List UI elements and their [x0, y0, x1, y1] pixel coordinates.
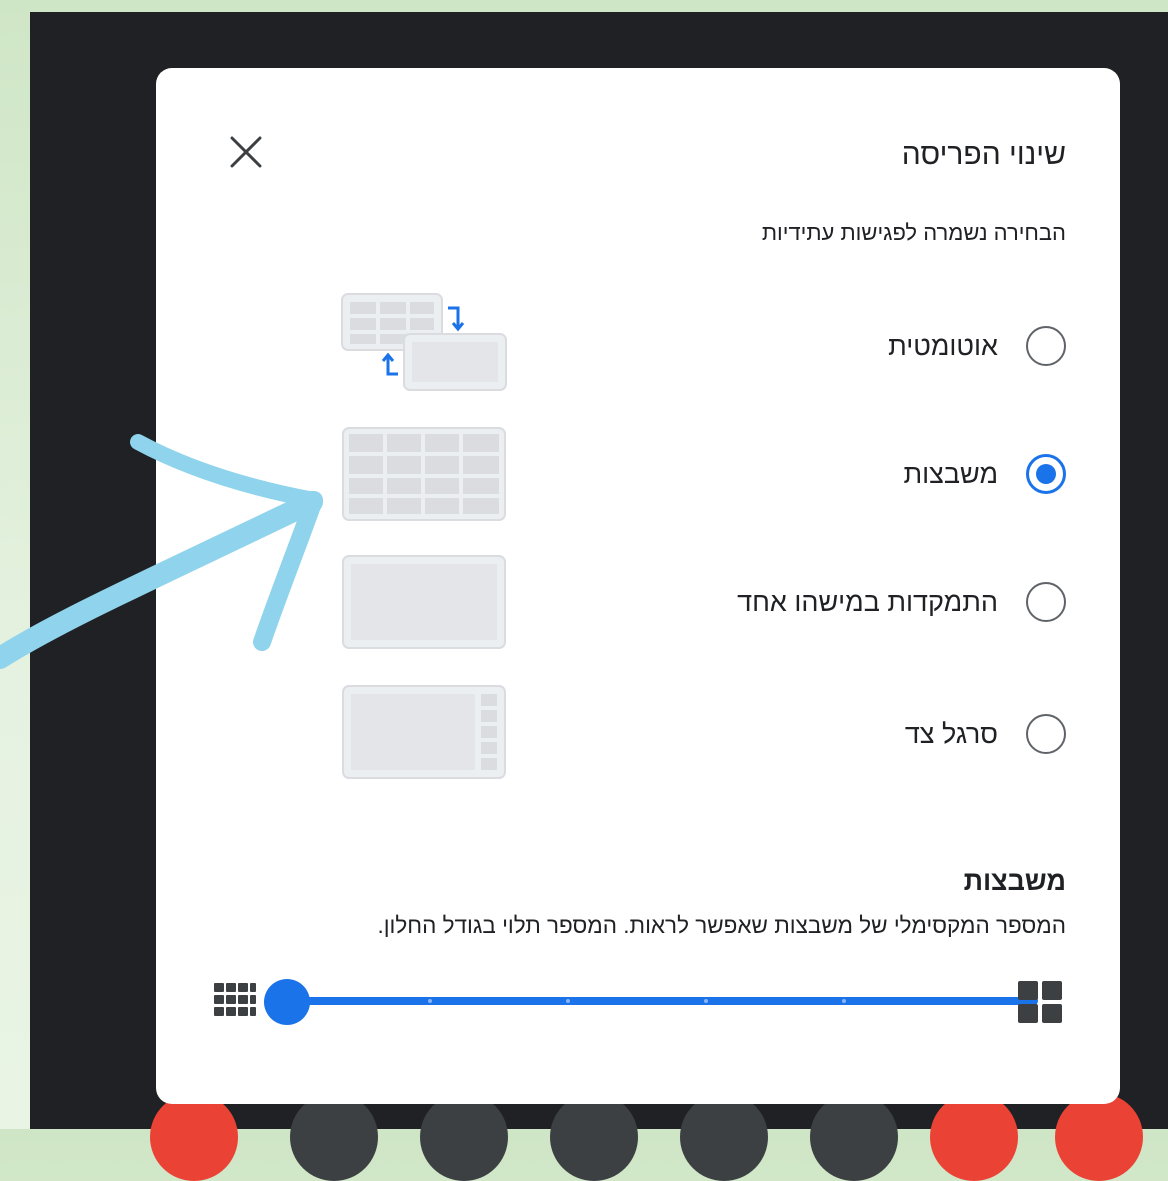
layout-option-spotlight[interactable]: התמקדות במישהו אחד	[506, 562, 1066, 642]
control-button[interactable]	[420, 1093, 508, 1181]
layout-option-auto[interactable]: אוטומטית	[506, 306, 1066, 386]
slider-tick	[428, 999, 432, 1003]
slider-tick	[704, 999, 708, 1003]
close-button[interactable]	[224, 130, 268, 174]
auto-layout-icon	[341, 293, 507, 391]
slider-tick	[566, 999, 570, 1003]
option-label: אוטומטית	[888, 330, 998, 361]
layout-option-tiled[interactable]: משבצות	[506, 434, 1066, 514]
option-label: סרגל צד	[904, 718, 998, 749]
radio-button[interactable]	[1026, 582, 1066, 622]
tiles-section-description: המספר המקסימלי של משבצות שאפשר לראות. המ…	[377, 913, 1066, 938]
layout-option-sidebar[interactable]: סרגל צד	[506, 694, 1066, 774]
slider-thumb[interactable]	[264, 979, 310, 1025]
leave-call-button[interactable]	[930, 1093, 1018, 1181]
many-tiles-icon	[214, 983, 256, 1016]
spotlight-layout-icon	[342, 555, 506, 649]
close-icon	[230, 136, 262, 168]
radio-button[interactable]	[1026, 714, 1066, 754]
annotation-arrow-icon	[0, 434, 323, 669]
control-button[interactable]	[810, 1093, 898, 1181]
radio-button-selected[interactable]	[1026, 454, 1066, 494]
few-tiles-icon	[1018, 981, 1062, 1023]
sidebar-layout-icon	[342, 685, 506, 779]
control-button[interactable]	[290, 1093, 378, 1181]
option-label: משבצות	[903, 458, 998, 489]
control-button[interactable]	[1055, 1093, 1143, 1181]
slider-track[interactable]	[293, 997, 1038, 1005]
tiled-layout-icon	[342, 427, 506, 521]
tiles-slider[interactable]	[208, 973, 1068, 1029]
control-button[interactable]	[680, 1093, 768, 1181]
dialog-title: שינוי הפריסה	[901, 138, 1066, 171]
tiles-section-title: משבצות	[963, 866, 1066, 896]
control-button[interactable]	[150, 1093, 238, 1181]
control-button[interactable]	[550, 1093, 638, 1181]
option-label: התמקדות במישהו אחד	[737, 586, 998, 617]
dialog-subtitle: הבחירה נשמרה לפגישות עתידיות	[761, 220, 1066, 245]
slider-tick	[842, 999, 846, 1003]
radio-button[interactable]	[1026, 326, 1066, 366]
